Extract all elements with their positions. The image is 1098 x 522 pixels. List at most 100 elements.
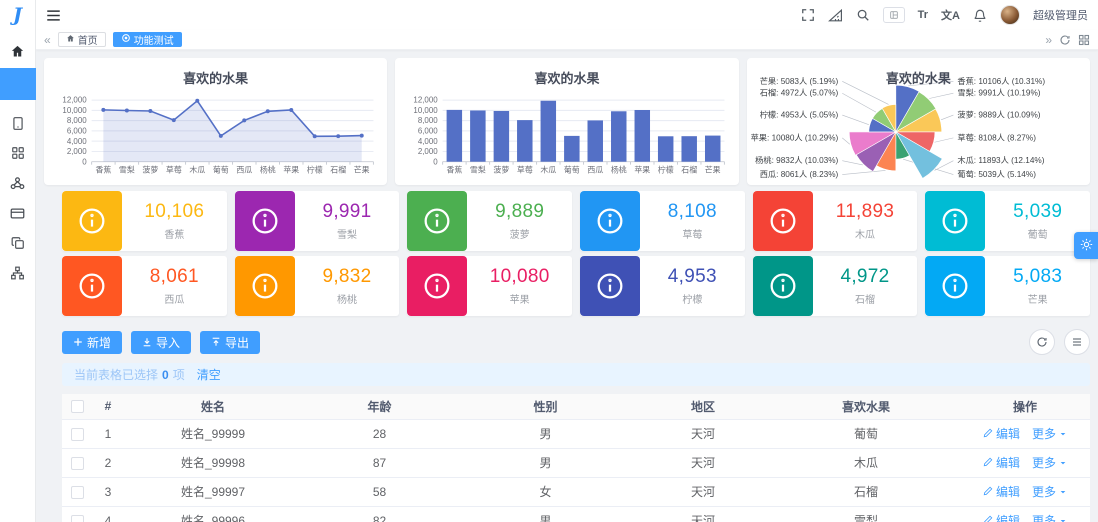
clear-selection-button[interactable]: 清空 <box>197 366 221 383</box>
info-icon <box>62 191 122 251</box>
more-button[interactable]: 更多 <box>1032 483 1067 500</box>
tabs-scroll-right-button[interactable]: » <box>1045 34 1052 46</box>
sidebar: J <box>0 0 36 522</box>
svg-text:柠檬: 4953人 (5.05%): 柠檬: 4953人 (5.05%) <box>759 110 838 120</box>
stat-label: 木瓜 <box>854 230 875 241</box>
cell-region: 天河 <box>634 506 772 522</box>
draw-ruler-button[interactable] <box>827 8 843 22</box>
edit-button[interactable]: 编辑 <box>983 425 1020 442</box>
search-button[interactable] <box>856 8 870 22</box>
bar-chart[interactable]: 02,0004,0006,000 8,00010,00012,000 香蕉 雪梨 菠萝草… <box>395 58 738 185</box>
fullscreen-button[interactable] <box>801 8 815 22</box>
stat-card: 10,080 苹果 <box>407 256 572 316</box>
tab-home[interactable]: 首页 <box>57 32 106 47</box>
rose-pie-chart[interactable]: 香蕉: 10106人 (10.31%) 雪梨: 9991人 (10.19%) 菠萝:… <box>747 58 1090 185</box>
stat-card: 5,083 芒果 <box>925 256 1090 316</box>
stat-card: 5,039 葡萄 <box>925 191 1090 251</box>
sidebar-item-tree[interactable] <box>0 258 36 288</box>
theme-settings-button[interactable] <box>1074 232 1098 259</box>
more-button[interactable]: 更多 <box>1032 425 1067 442</box>
svg-text:西瓜: 西瓜 <box>588 166 604 175</box>
hamburger-menu-button[interactable] <box>46 9 61 22</box>
stat-card: 9,991 雪梨 <box>234 191 400 251</box>
more-button[interactable]: 更多 <box>1032 512 1067 522</box>
info-icon <box>752 191 813 251</box>
tab-function-test[interactable]: 功能测试 <box>112 32 182 47</box>
column-settings-button[interactable] <box>1064 329 1090 355</box>
cell-gender: 男 <box>457 448 634 478</box>
svg-text:雪梨: 雪梨 <box>119 166 135 175</box>
refresh-table-button[interactable] <box>1029 329 1055 355</box>
info-icon <box>580 256 640 316</box>
export-button[interactable]: 导出 <box>200 330 261 354</box>
svg-text:石榴: 4972人 (5.07%): 石榴: 4972人 (5.07%) <box>759 88 838 98</box>
import-button[interactable]: 导入 <box>131 330 192 354</box>
stat-value: 11,893 <box>835 201 895 222</box>
col-fruit: 喜欢水果 <box>772 394 960 420</box>
charts-row: 喜欢的水果 0 2,000 4,000 6,000 8,000 10,000 12,000 香… <box>44 58 1090 185</box>
svg-text:杨桃: 9832人 (10.03%): 杨桃: 9832人 (10.03%) <box>755 155 838 165</box>
edit-button[interactable]: 编辑 <box>983 512 1020 522</box>
svg-text:2,000: 2,000 <box>67 147 87 156</box>
edit-button[interactable]: 编辑 <box>983 483 1020 500</box>
stat-value: 10,080 <box>489 266 550 287</box>
table-row: 1 姓名_99999 28 男天河 葡萄 编辑 更多 <box>62 419 1090 449</box>
brand-logo[interactable]: J <box>0 0 36 30</box>
tool-box-button[interactable] <box>882 7 905 23</box>
sidebar-item-card[interactable] <box>0 198 36 228</box>
layout-grid-button[interactable] <box>1078 34 1090 46</box>
svg-text:雪梨: 9991人 (10.19%): 雪梨: 9991人 (10.19%) <box>957 88 1040 98</box>
svg-text:草莓: 8108人 (8.27%): 草莓: 8108人 (8.27%) <box>957 132 1036 142</box>
stat-card: 4,972 石榴 <box>752 256 918 316</box>
row-checkbox[interactable] <box>70 485 84 499</box>
translate-button[interactable]: 文A <box>941 7 960 23</box>
stat-value: 8,061 <box>149 266 199 287</box>
cell-region: 天河 <box>634 419 772 449</box>
row-checkbox[interactable] <box>70 456 84 470</box>
sidebar-item-pages[interactable] <box>0 228 36 258</box>
row-checkbox[interactable] <box>70 514 84 522</box>
stat-value: 10,106 <box>144 201 205 222</box>
add-button[interactable]: 新增 <box>62 330 123 354</box>
edit-button[interactable]: 编辑 <box>983 454 1020 471</box>
cell-fruit: 葡萄 <box>772 419 960 449</box>
col-region: 地区 <box>634 394 772 420</box>
cell-name: 姓名_99997 <box>124 477 302 507</box>
table-row: 3 姓名_99997 58 女天河 石榴 编辑 更多 <box>62 477 1090 507</box>
user-avatar[interactable] <box>1000 5 1020 25</box>
stat-label: 柠檬 <box>682 295 703 306</box>
sidebar-item-apps[interactable] <box>0 138 36 168</box>
notifications-bell-icon[interactable] <box>973 8 987 23</box>
gear-icon <box>1080 238 1093 254</box>
svg-text:菠萝: 菠萝 <box>142 165 158 175</box>
refresh-page-button[interactable] <box>1059 34 1071 46</box>
info-icon <box>752 256 813 316</box>
col-gender: 性别 <box>457 394 634 420</box>
sidebar-item-cluster[interactable] <box>0 168 36 198</box>
cluster-icon <box>10 176 25 191</box>
stat-label: 葡萄 <box>1027 230 1048 241</box>
stat-card: 8,108 草莓 <box>580 191 745 251</box>
info-icon <box>234 256 295 316</box>
cell-age: 58 <box>302 477 457 507</box>
svg-text:苹果: 10080人 (10.29%): 苹果: 10080人 (10.29%) <box>750 132 838 142</box>
stat-label: 杨桃 <box>336 295 357 306</box>
svg-text:雪梨: 雪梨 <box>470 166 486 175</box>
sidebar-item-device[interactable] <box>0 108 36 138</box>
stat-card: 10,106 香蕉 <box>62 191 227 251</box>
card-icon <box>10 207 25 220</box>
sidebar-item-home[interactable] <box>0 36 36 66</box>
line-chart[interactable]: 02,0004,0006,000 8,00010,00012,000 香蕉 雪梨 菠萝草… <box>44 58 387 185</box>
font-size-button[interactable]: Tr <box>918 9 928 21</box>
tabs-scroll-left-button[interactable]: « <box>44 34 51 46</box>
table-row: 2 姓名_99998 87 男天河 木瓜 编辑 更多 <box>62 448 1090 478</box>
svg-text:木瓜: 木瓜 <box>541 165 557 175</box>
select-all-checkbox[interactable] <box>70 400 84 414</box>
user-name[interactable]: 超级管理员 <box>1033 7 1088 23</box>
sidebar-item-active[interactable] <box>0 68 36 100</box>
more-button[interactable]: 更多 <box>1032 454 1067 471</box>
svg-text:菠萝: 菠萝 <box>494 165 510 175</box>
col-name: 姓名 <box>124 394 302 420</box>
row-checkbox[interactable] <box>70 427 84 441</box>
svg-text:6,000: 6,000 <box>67 127 87 136</box>
